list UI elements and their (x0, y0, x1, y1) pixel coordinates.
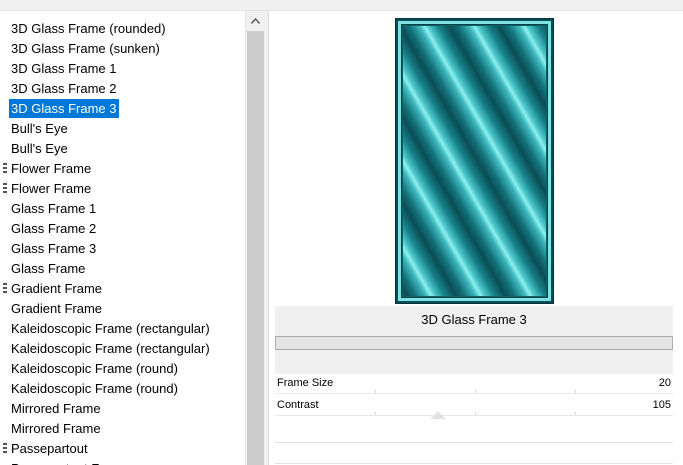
list-item[interactable]: Bull's Eye (0, 139, 245, 159)
list-item[interactable]: 3D Glass Frame 1 (0, 59, 245, 79)
list-item-label: Bull's Eye (11, 141, 68, 156)
list-item[interactable]: Mirrored Frame (0, 419, 245, 439)
list-item[interactable]: Kaleidoscopic Frame (round) (0, 379, 245, 399)
list-item[interactable]: Gradient Frame (0, 279, 245, 299)
list-item[interactable]: Glass Frame 2 (0, 219, 245, 239)
list-item-label: Passepartout Frame (11, 459, 131, 465)
list-item-label: Glass Frame 3 (11, 241, 97, 256)
contrast-row[interactable]: Contrast 105 (275, 396, 673, 416)
list-item-label: Passepartout (11, 441, 88, 456)
list-item[interactable]: Glass Frame 1 (0, 199, 245, 219)
list-item[interactable]: Glass Frame 3 (0, 239, 245, 259)
list-item-label: Kaleidoscopic Frame (rectangular) (11, 321, 210, 336)
frame-preview-image (395, 18, 554, 304)
list-item[interactable]: 3D Glass Frame 2 (0, 79, 245, 99)
list-item-label: Glass Frame 2 (11, 221, 97, 236)
list-item-label: Flower Frame (11, 161, 92, 176)
group-marker-icon (3, 183, 7, 195)
list-item-label: Bull's Eye (11, 121, 68, 136)
preview-caption: 3D Glass Frame 3 (421, 312, 527, 327)
list-item[interactable]: Bull's Eye (0, 119, 245, 139)
contrast-value[interactable]: 105 (653, 399, 671, 411)
list-item-label: Kaleidoscopic Frame (round) (11, 361, 178, 376)
preview-caption-area: 3D Glass Frame 3 (275, 306, 673, 374)
list-item[interactable]: Kaleidoscopic Frame (rectangular) (0, 319, 245, 339)
list-item-label: Kaleidoscopic Frame (rectangular) (11, 341, 210, 356)
list-item-label: 3D Glass Frame (sunken) (11, 41, 160, 56)
contrast-label: Contrast (277, 399, 319, 411)
chevron-up-icon (251, 17, 260, 24)
blank-row (275, 443, 673, 464)
progress-bar (275, 336, 673, 350)
group-marker-icon (3, 443, 7, 455)
list-item-label: Glass Frame 1 (11, 201, 97, 216)
list-item-label: Flower Frame (11, 181, 92, 196)
frame-size-row[interactable]: Frame Size 20 (275, 374, 673, 394)
group-marker-icon (3, 283, 7, 295)
list-item-label: Gradient Frame (11, 301, 103, 316)
list-item-label: Kaleidoscopic Frame (round) (11, 381, 178, 396)
list-scrollbar[interactable] (245, 11, 265, 465)
list-item[interactable]: Flower Frame (0, 159, 245, 179)
top-strip (0, 0, 683, 11)
list-item-label: 3D Glass Frame 2 (11, 81, 117, 96)
scroll-thumb[interactable] (247, 31, 264, 465)
list-item[interactable]: Kaleidoscopic Frame (round) (0, 359, 245, 379)
contrast-slider-thumb[interactable] (430, 411, 446, 419)
list-item-label: Mirrored Frame (11, 401, 101, 416)
list-item-label: 3D Glass Frame 1 (11, 61, 117, 76)
blank-row (275, 422, 673, 443)
frame-list[interactable]: 3D Glass Frame (rounded) 3D Glass Frame (… (0, 11, 245, 465)
group-marker-icon (3, 163, 7, 175)
list-item-label: Glass Frame (11, 261, 86, 276)
preview-panel: 3D Glass Frame 3 Frame Size 20 Contrast … (268, 11, 683, 465)
list-item-label: 3D Glass Frame (rounded) (11, 21, 166, 36)
list-item[interactable]: Flower Frame (0, 179, 245, 199)
list-item[interactable]: Gradient Frame (0, 299, 245, 319)
contrast-ticks (275, 411, 673, 416)
list-item-label: 3D Glass Frame 3 (9, 99, 120, 118)
list-item[interactable]: Glass Frame (0, 259, 245, 279)
scroll-up-button[interactable] (246, 11, 265, 30)
list-item-label: Gradient Frame (11, 281, 103, 296)
frame-size-label: Frame Size (277, 377, 334, 389)
frame-size-ticks (275, 389, 673, 394)
list-item[interactable]: 3D Glass Frame (rounded) (0, 19, 245, 39)
list-item-label: Mirrored Frame (11, 421, 101, 436)
list-item[interactable]: Kaleidoscopic Frame (rectangular) (0, 339, 245, 359)
list-item[interactable]: 3D Glass Frame (sunken) (0, 39, 245, 59)
list-item[interactable]: Passepartout (0, 439, 245, 459)
list-item[interactable]: 3D Glass Frame 3 (0, 99, 245, 119)
list-item[interactable]: Mirrored Frame (0, 399, 245, 419)
list-item[interactable]: Passepartout Frame (0, 459, 245, 465)
frame-size-value[interactable]: 20 (659, 377, 671, 389)
